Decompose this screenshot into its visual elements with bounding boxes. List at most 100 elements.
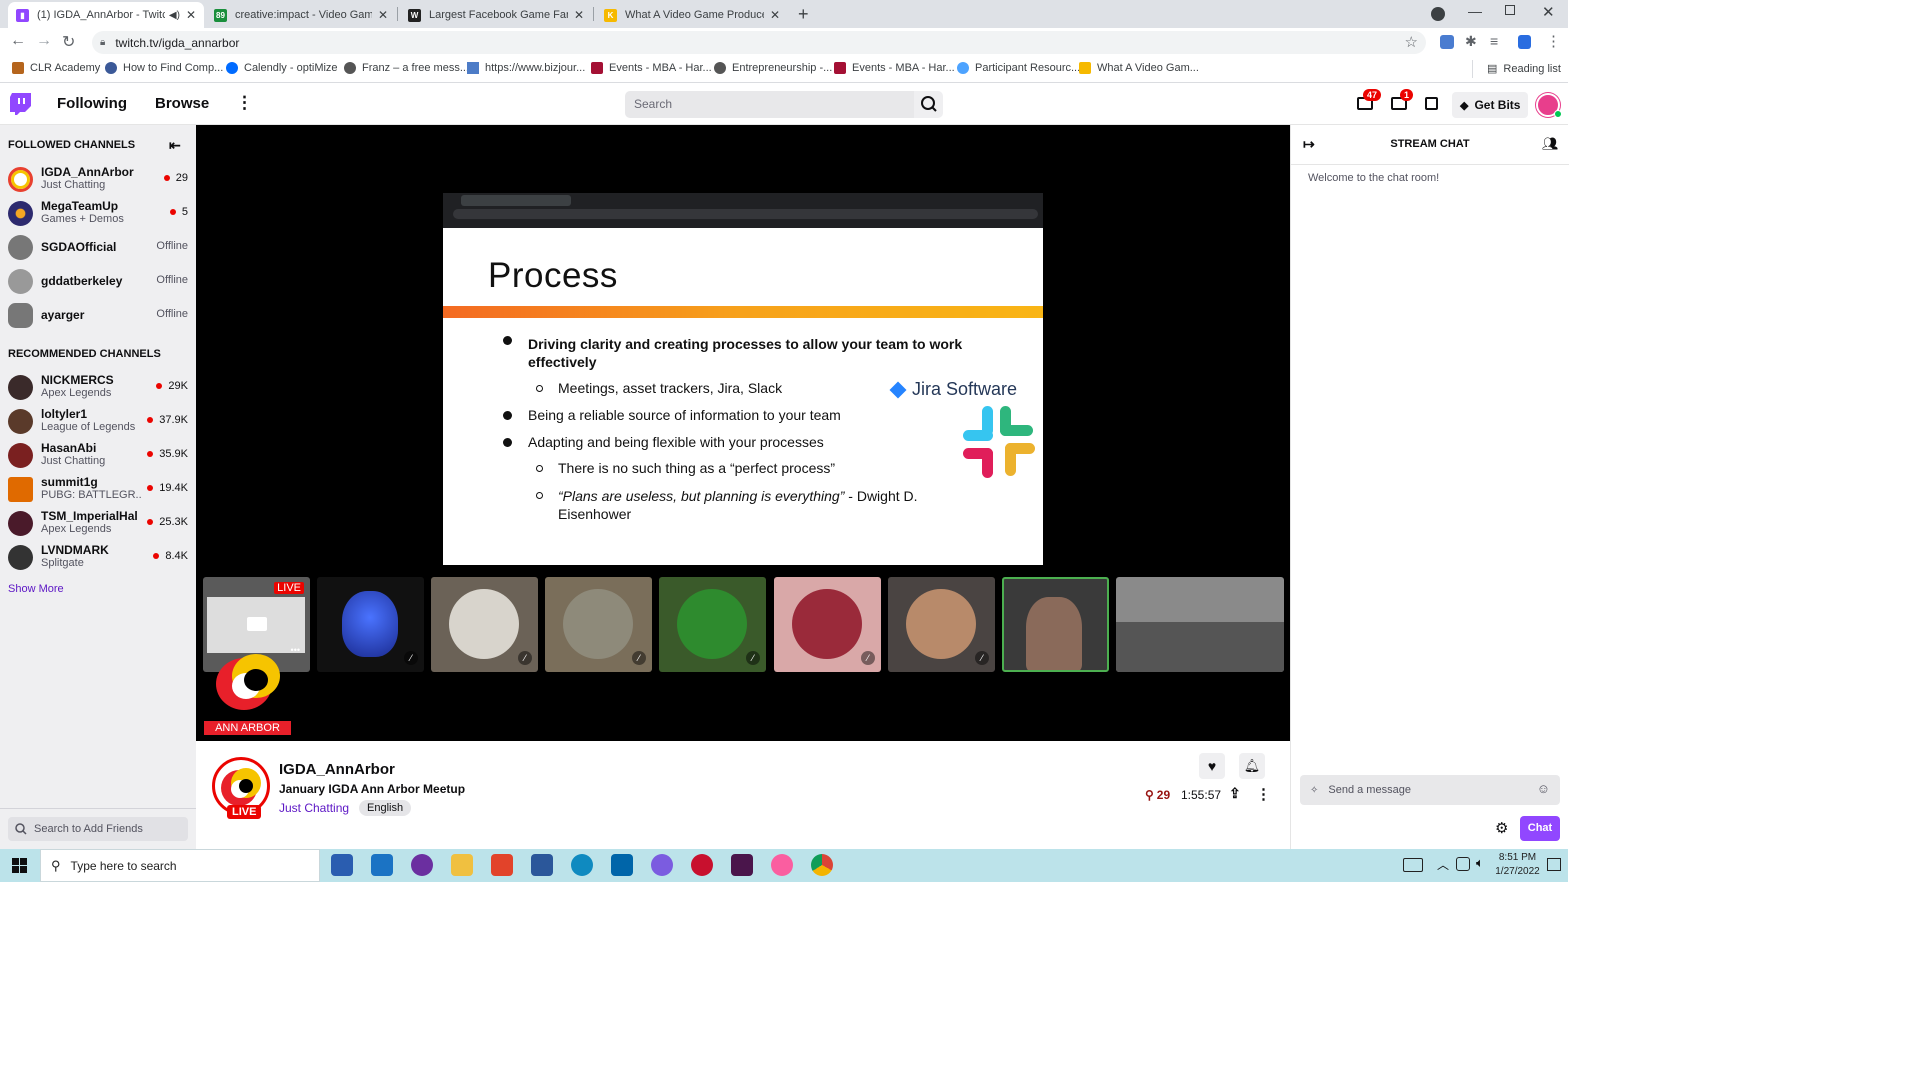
windows-start-icon[interactable]: [12, 858, 27, 873]
recommended-channel-nickmercs[interactable]: NICKMERCS Apex Legends 29K: [0, 371, 196, 405]
participant-tile[interactable]: ⁄: [774, 577, 881, 672]
tab-close-icon[interactable]: ✕: [574, 8, 584, 22]
tab-close-icon[interactable]: ✕: [378, 8, 388, 22]
bookmark-item[interactable]: Participant Resourc...: [957, 62, 1080, 74]
bookmark-star-icon[interactable]: ☆: [1405, 33, 1418, 51]
more-menu-icon[interactable]: ⋮: [236, 93, 253, 113]
recommended-channel-tsm-imperialhal[interactable]: TSM_ImperialHal Apex Legends 25.3K: [0, 507, 196, 541]
bookmark-item[interactable]: Calendly - optiMize: [226, 62, 338, 74]
itunes-icon[interactable]: [771, 854, 793, 876]
office-icon[interactable]: [491, 854, 513, 876]
browser-tab-creative-impact[interactable]: 89 creative:impact - Video Game De ✕: [206, 2, 396, 28]
video-player[interactable]: Process Driving clarity and creating pro…: [196, 125, 1290, 741]
chrome-icon[interactable]: [811, 854, 833, 876]
app-icon[interactable]: [691, 854, 713, 876]
participant-tile[interactable]: ⁄: [317, 577, 424, 672]
edge-icon[interactable]: [571, 854, 593, 876]
chrome-menu-icon[interactable]: ⋮: [1546, 32, 1561, 50]
channel-name[interactable]: IGDA_AnnArbor: [279, 761, 395, 778]
community-icon[interactable]: 👥︎: [1542, 136, 1559, 152]
collapse-sidebar-icon[interactable]: ⇤: [169, 137, 181, 154]
word-icon[interactable]: [531, 854, 553, 876]
search-input[interactable]: Search: [625, 91, 914, 118]
bookmark-item[interactable]: Franz – a free mess...: [344, 62, 469, 74]
bookmark-item[interactable]: How to Find Comp...: [105, 62, 223, 74]
followed-channel-megateamup[interactable]: MegaTeamUp Games + Demos 5: [0, 197, 196, 231]
shield-extension-icon[interactable]: [1518, 35, 1531, 49]
nav-following[interactable]: Following: [57, 95, 127, 112]
file-explorer-icon[interactable]: [451, 854, 473, 876]
new-tab-button[interactable]: +: [798, 4, 809, 25]
show-more-link[interactable]: Show More: [8, 583, 64, 595]
more-options-icon[interactable]: ⋮: [1256, 785, 1271, 803]
window-close-icon[interactable]: ✕: [1542, 3, 1555, 21]
participant-tile[interactable]: ⁄: [431, 577, 538, 672]
participant-tile[interactable]: ⁄: [888, 577, 995, 672]
volume-icon[interactable]: 🔈︎: [1476, 855, 1484, 871]
followed-channel-ayarger[interactable]: ayarger Offline: [0, 299, 196, 333]
recommended-channel-loltyler1[interactable]: loltyler1 League of Legends 37.9K: [0, 405, 196, 439]
tab-audio-icon[interactable]: ◀): [169, 10, 180, 21]
get-bits-button[interactable]: ◆ Get Bits: [1452, 92, 1529, 118]
recommended-channel-lvndmark[interactable]: LVNDMARK Splitgate 8.4K: [0, 541, 196, 575]
share-icon[interactable]: ⇪: [1229, 785, 1241, 802]
reading-list-button[interactable]: ▤ Reading list: [1487, 62, 1561, 76]
participant-tile-room[interactable]: [1116, 577, 1284, 672]
minimize-icon[interactable]: —: [1468, 3, 1482, 19]
followed-channel-sgdaofficial[interactable]: SGDAOfficial Offline: [0, 231, 196, 265]
search-friends-input[interactable]: Search to Add Friends: [8, 817, 188, 841]
followed-channel-gddatberkeley[interactable]: gddatberkeley Offline: [0, 265, 196, 299]
taskbar-search-box[interactable]: ⚲ Type here to search: [40, 849, 320, 882]
followed-channel-igda-annarbor[interactable]: IGDA_AnnArbor Just Chatting 29: [0, 163, 196, 197]
twitch-logo-icon[interactable]: [10, 93, 31, 116]
category-link[interactable]: Just Chatting: [279, 801, 349, 815]
forward-icon[interactable]: →: [36, 32, 52, 50]
recommended-channel-hasanabi[interactable]: HasanAbi Just Chatting 35.9K: [0, 439, 196, 473]
participant-tile[interactable]: ⁄: [545, 577, 652, 672]
chat-settings-gear-icon[interactable]: ⚙: [1495, 819, 1508, 837]
chat-send-button[interactable]: Chat: [1520, 816, 1560, 841]
tab-search-icon[interactable]: [1431, 7, 1445, 21]
back-icon[interactable]: ←: [10, 32, 26, 50]
browser-tab-twitch[interactable]: ▮ (1) IGDA_AnnArbor - Twitch ◀) ✕: [8, 2, 204, 28]
reload-icon[interactable]: ↻: [62, 32, 75, 52]
extension-icon[interactable]: [1440, 35, 1454, 49]
app-icon[interactable]: [411, 854, 433, 876]
notification-bell-icon[interactable]: 🔔︎: [1239, 753, 1265, 779]
tab-close-icon[interactable]: ✕: [186, 8, 196, 22]
bookmark-item[interactable]: https://www.bizjour...: [467, 62, 585, 74]
nav-browse[interactable]: Browse: [155, 95, 209, 112]
media-control-icon[interactable]: ≡: [1490, 33, 1498, 49]
bookmark-item[interactable]: What A Video Gam...: [1079, 62, 1199, 74]
bookmark-item[interactable]: Events - MBA - Har...: [591, 62, 712, 74]
chat-message-input[interactable]: ✧ Send a message ☺: [1300, 775, 1560, 805]
bookmark-item[interactable]: Entrepreneurship -...: [714, 62, 832, 74]
bookmark-item[interactable]: Events - MBA - Har...: [834, 62, 955, 74]
language-tag[interactable]: English: [359, 800, 412, 816]
browser-tab-video-game-producer[interactable]: K What A Video Game Producer Ac ✕: [596, 2, 788, 28]
maximize-icon[interactable]: [1505, 5, 1515, 15]
task-view-icon[interactable]: [331, 854, 353, 876]
search-button[interactable]: [914, 91, 943, 118]
keyboard-icon[interactable]: [1403, 858, 1423, 872]
recommended-channel-summit1g[interactable]: summit1g PUBG: BATTLEGR... 19.4K: [0, 473, 196, 507]
show-hidden-icons-icon[interactable]: ︿: [1437, 856, 1449, 873]
emote-picker-icon[interactable]: ☺: [1537, 781, 1550, 796]
mail-icon[interactable]: [371, 854, 393, 876]
app-icon[interactable]: [651, 854, 673, 876]
extensions-puzzle-icon[interactable]: ✱: [1465, 33, 1477, 50]
more-options-icon[interactable]: •••: [291, 645, 300, 655]
bookmark-item[interactable]: CLR Academy: [12, 62, 100, 74]
participant-tile-active-speaker[interactable]: [1002, 577, 1109, 672]
vscode-icon[interactable]: [611, 854, 633, 876]
slack-icon[interactable]: [731, 854, 753, 876]
notification-center-icon[interactable]: [1547, 858, 1561, 871]
taskbar-date[interactable]: 1/27/2022: [1490, 866, 1545, 877]
participant-tile[interactable]: ⁄: [659, 577, 766, 672]
address-bar[interactable]: 🔒︎ twitch.tv/igda_annarbor ☆: [92, 31, 1426, 54]
network-icon[interactable]: [1456, 857, 1470, 871]
whispers-icon[interactable]: [1425, 97, 1438, 110]
tab-close-icon[interactable]: ✕: [770, 8, 780, 22]
browser-tab-facebook-game[interactable]: W Largest Facebook Game FarmTo ✕: [400, 2, 592, 28]
taskbar-time[interactable]: 8:51 PM: [1490, 852, 1545, 863]
